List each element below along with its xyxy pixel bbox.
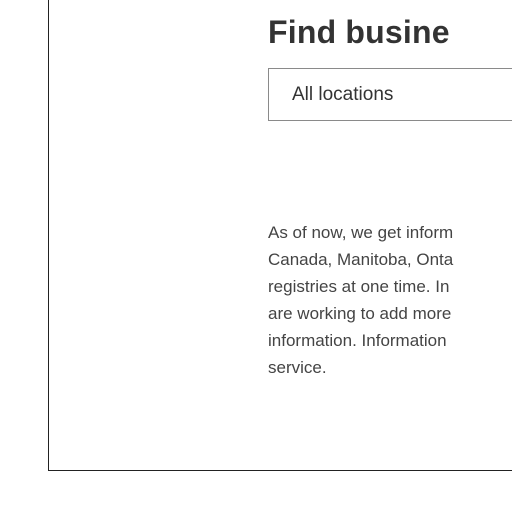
location-select-value: All locations — [292, 83, 394, 105]
info-line: are working to add more — [268, 304, 452, 323]
location-select[interactable]: All locations — [268, 68, 512, 121]
page-viewport: Find busine All locations As of now, we … — [0, 0, 512, 512]
info-paragraph: As of now, we get inform Canada, Manitob… — [268, 219, 512, 381]
info-line: registries at one time. In — [268, 277, 450, 296]
info-line: service. — [268, 358, 327, 377]
info-line: Canada, Manitoba, Onta — [268, 250, 454, 269]
info-line: information. Information — [268, 331, 447, 350]
info-line: As of now, we get inform — [268, 223, 454, 242]
page-title: Find busine — [268, 14, 450, 50]
